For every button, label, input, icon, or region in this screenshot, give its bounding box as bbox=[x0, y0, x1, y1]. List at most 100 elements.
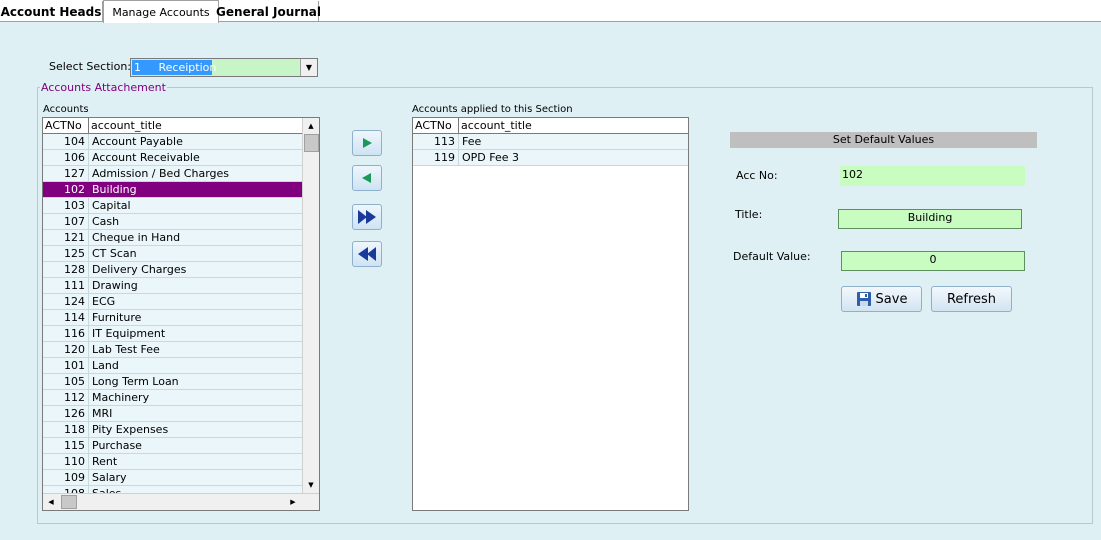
table-row[interactable]: 118 Pity Expenses bbox=[43, 422, 303, 438]
default-value-field[interactable]: 0 bbox=[841, 251, 1025, 271]
account-title-cell: CT Scan bbox=[92, 247, 137, 260]
actno-cell: 106 bbox=[43, 150, 89, 165]
account-title-cell: Pity Expenses bbox=[92, 423, 169, 436]
table-row[interactable]: 112 Machinery bbox=[43, 390, 303, 406]
tab-account-heads[interactable]: Account Heads bbox=[0, 1, 103, 22]
table-row[interactable]: 116 IT Equipment bbox=[43, 326, 303, 342]
title-field[interactable]: Building bbox=[838, 209, 1022, 229]
table-row[interactable]: 114 Furniture bbox=[43, 310, 303, 326]
acc-no-field[interactable]: 102 bbox=[840, 166, 1025, 186]
actno-cell: 104 bbox=[43, 134, 89, 149]
arrow-right-icon bbox=[363, 138, 372, 148]
account-title-cell: Land bbox=[92, 359, 119, 372]
table-row[interactable]: 109 Salary bbox=[43, 470, 303, 486]
actno-cell: 125 bbox=[43, 246, 89, 261]
account-title-cell: Machinery bbox=[92, 391, 150, 404]
account-title-cell: OPD Fee 3 bbox=[462, 151, 520, 164]
accounts-vscroll[interactable]: ▲ ▼ bbox=[302, 118, 319, 493]
table-row[interactable]: 102 Building bbox=[43, 182, 303, 198]
applied-rows: 113 Fee 119 OPD Fee 3 bbox=[413, 134, 688, 166]
accounts-grid[interactable]: ACTNo account_title 104 Account Payable 10… bbox=[42, 117, 320, 511]
table-row[interactable]: 126 MRI bbox=[43, 406, 303, 422]
accounts-hscroll[interactable]: ◀ ▶ bbox=[43, 493, 319, 510]
applied-caption: Accounts applied to this Section bbox=[412, 104, 573, 115]
table-row[interactable]: 104 Account Payable bbox=[43, 134, 303, 150]
table-row[interactable]: 113 Fee bbox=[413, 134, 688, 150]
table-row[interactable]: 107 Cash bbox=[43, 214, 303, 230]
save-button[interactable]: Save bbox=[841, 286, 922, 312]
column-header-account-title[interactable]: account_title bbox=[89, 118, 303, 133]
account-title-cell: Rent bbox=[92, 455, 118, 468]
table-row[interactable]: 124 ECG bbox=[43, 294, 303, 310]
move-left-button[interactable] bbox=[352, 165, 382, 191]
tab-strip: Account Heads Manage Accounts General Jo… bbox=[0, 0, 1101, 23]
refresh-label: Refresh bbox=[946, 291, 997, 307]
scroll-thumb[interactable] bbox=[304, 134, 319, 152]
actno-cell: 116 bbox=[43, 326, 89, 341]
tab-general-journal[interactable]: General Journal bbox=[216, 1, 321, 22]
move-right-button[interactable] bbox=[352, 130, 382, 156]
actno-cell: 107 bbox=[43, 214, 89, 229]
arrow-left-icon bbox=[362, 173, 371, 183]
account-title-cell: Cash bbox=[92, 215, 120, 228]
scroll-right-icon[interactable]: ▶ bbox=[285, 494, 301, 510]
account-title-cell: Furniture bbox=[92, 311, 142, 324]
actno-cell: 114 bbox=[43, 310, 89, 325]
move-all-left-button[interactable] bbox=[352, 241, 382, 267]
account-title-cell: Capital bbox=[92, 199, 131, 212]
scroll-thumb-horizontal[interactable] bbox=[61, 495, 77, 509]
accounts-rows: 104 Account Payable 106 Account Receivable 1… bbox=[43, 134, 303, 502]
account-title-cell: Account Receivable bbox=[92, 151, 200, 164]
table-row[interactable]: 119 OPD Fee 3 bbox=[413, 150, 688, 166]
table-row[interactable]: 103 Capital bbox=[43, 198, 303, 214]
account-title-cell: Fee bbox=[462, 135, 482, 148]
acc-no-label: Acc No: bbox=[736, 169, 778, 182]
scroll-down-icon[interactable]: ▼ bbox=[303, 477, 319, 493]
double-arrow-right-icon bbox=[358, 210, 376, 224]
refresh-button[interactable]: Refresh bbox=[931, 286, 1012, 312]
account-title-cell: Building bbox=[92, 183, 137, 196]
table-row[interactable]: 105 Long Term Loan bbox=[43, 374, 303, 390]
column-header-actno[interactable]: ACTNo bbox=[43, 118, 89, 133]
actno-cell: 115 bbox=[43, 438, 89, 453]
account-title-cell: Salary bbox=[92, 471, 127, 484]
table-row[interactable]: 106 Account Receivable bbox=[43, 150, 303, 166]
default-values-header: Set Default Values bbox=[730, 132, 1037, 148]
actno-cell: 102 bbox=[43, 182, 89, 197]
applied-accounts-grid[interactable]: ACTNo account_title 113 Fee 119 OPD Fee 3 bbox=[412, 117, 689, 511]
accounts-caption: Accounts bbox=[43, 104, 89, 115]
table-row[interactable]: 111 Drawing bbox=[43, 278, 303, 294]
actno-cell: 110 bbox=[43, 454, 89, 469]
actno-cell: 103 bbox=[43, 198, 89, 213]
table-row[interactable]: 110 Rent bbox=[43, 454, 303, 470]
scroll-up-icon[interactable]: ▲ bbox=[303, 118, 319, 134]
actno-cell: 126 bbox=[43, 406, 89, 421]
tab-manage-accounts[interactable]: Manage Accounts bbox=[103, 0, 219, 23]
table-row[interactable]: 121 Cheque in Hand bbox=[43, 230, 303, 246]
table-row[interactable]: 125 CT Scan bbox=[43, 246, 303, 262]
actno-cell: 101 bbox=[43, 358, 89, 373]
table-row[interactable]: 127 Admission / Bed Charges bbox=[43, 166, 303, 182]
account-title-cell: IT Equipment bbox=[92, 327, 166, 340]
table-row[interactable]: 128 Delivery Charges bbox=[43, 262, 303, 278]
section-select[interactable]: 1 Receiption ▼ bbox=[130, 58, 318, 77]
save-label: Save bbox=[875, 291, 908, 307]
move-all-right-button[interactable] bbox=[352, 204, 382, 230]
actno-cell: 109 bbox=[43, 470, 89, 485]
column-header-actno[interactable]: ACTNo bbox=[413, 118, 459, 133]
account-title-cell: Long Term Loan bbox=[92, 375, 179, 388]
table-row[interactable]: 101 Land bbox=[43, 358, 303, 374]
account-title-cell: Drawing bbox=[92, 279, 138, 292]
group-title: Accounts Attachement bbox=[41, 81, 166, 94]
actno-cell: 120 bbox=[43, 342, 89, 357]
table-row[interactable]: 115 Purchase bbox=[43, 438, 303, 454]
title-label: Title: bbox=[735, 208, 763, 221]
column-header-account-title[interactable]: account_title bbox=[459, 118, 688, 133]
scroll-left-icon[interactable]: ◀ bbox=[43, 494, 59, 510]
chevron-down-icon[interactable]: ▼ bbox=[300, 59, 317, 76]
account-title-cell: Account Payable bbox=[92, 135, 183, 148]
actno-cell: 105 bbox=[43, 374, 89, 389]
actno-cell: 111 bbox=[43, 278, 89, 293]
table-row[interactable]: 120 Lab Test Fee bbox=[43, 342, 303, 358]
account-title-cell: ECG bbox=[92, 295, 116, 308]
